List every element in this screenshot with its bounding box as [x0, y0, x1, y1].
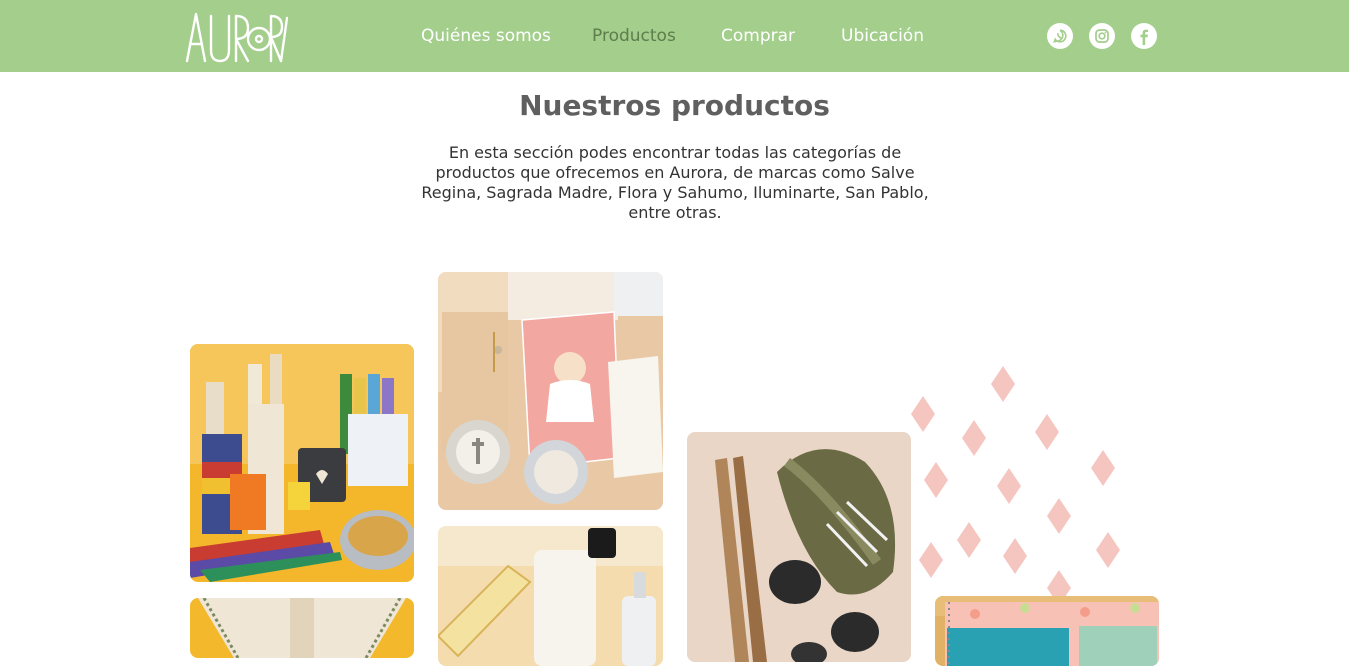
notebooks-image [935, 596, 1159, 666]
product-card-notebooks[interactable] [935, 596, 1159, 666]
page-title: Nuestros productos [519, 89, 830, 122]
product-card-communion[interactable] [438, 272, 663, 510]
whatsapp-icon[interactable] [1047, 23, 1073, 49]
product-card-incense-sage[interactable] [687, 432, 911, 662]
aurora-logo[interactable] [184, 6, 289, 66]
product-card-candle-holder[interactable] [190, 598, 414, 658]
nav-link-productos[interactable]: Productos [592, 24, 676, 48]
nav-link-quienes-somos[interactable]: Quiénes somos [421, 24, 551, 48]
instagram-icon[interactable] [1089, 23, 1115, 49]
aroma-spray-image [438, 526, 663, 666]
product-card-candles[interactable] [190, 344, 414, 582]
candle-holder-image [190, 598, 414, 658]
intro-paragraph: En esta sección podes encontrar todas la… [421, 143, 929, 222]
nav-link-comprar[interactable]: Comprar [721, 24, 795, 48]
facebook-icon[interactable] [1131, 23, 1157, 49]
incense-sage-image [687, 432, 911, 662]
product-card-aroma-spray[interactable] [438, 526, 663, 666]
candles-image [190, 344, 414, 582]
communion-cards-image [438, 272, 663, 510]
decorative-diamond-pattern [911, 366, 1120, 600]
aurora-logo-wordmark [185, 12, 289, 63]
top-navigation-bar: Quiénes somos Productos Comprar Ubicació… [0, 0, 1349, 72]
nav-link-ubicacion[interactable]: Ubicación [841, 24, 924, 48]
